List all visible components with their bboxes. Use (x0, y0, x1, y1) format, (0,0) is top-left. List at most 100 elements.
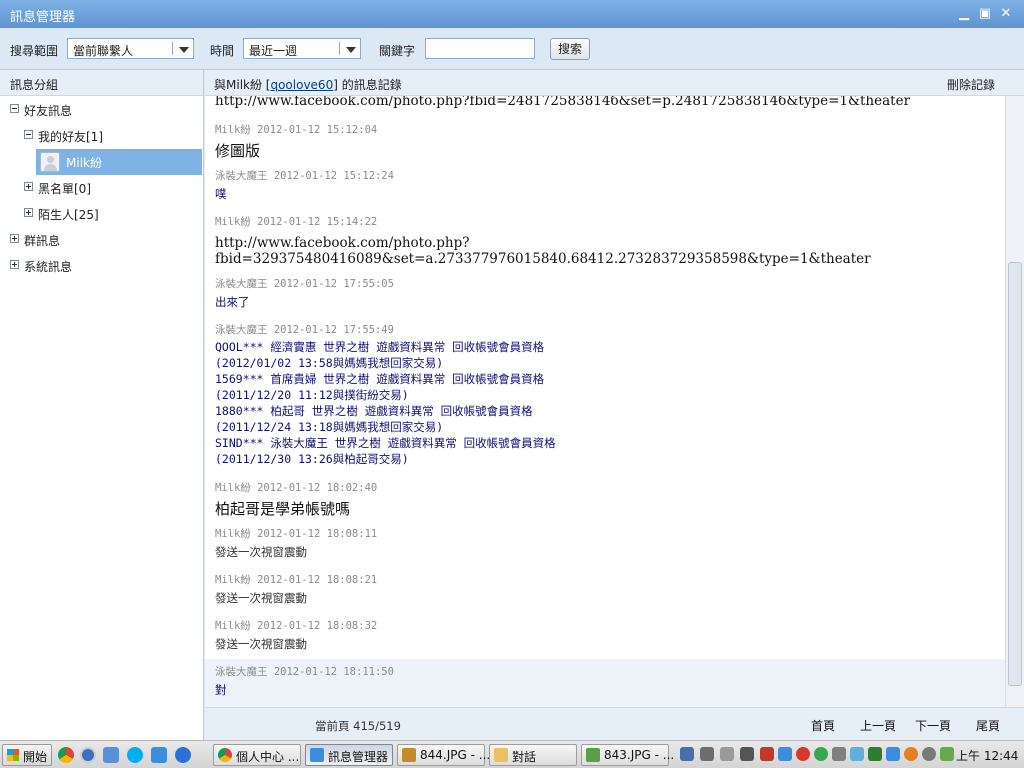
chrome-icon[interactable] (58, 747, 74, 763)
prev-page-button[interactable]: 上一頁 (860, 717, 896, 734)
message-body-line: (2011/12/20 11:12與撲街紛交易) (215, 388, 409, 402)
chevron-down-icon[interactable] (179, 47, 189, 53)
tree-item-friends[interactable]: 好友訊息 (0, 98, 203, 122)
time-label: 時間 (210, 44, 235, 58)
message-body: 發送一次視窗震動 (215, 545, 307, 559)
message-item: http://www.facebook.com/photo.php?fbid=2… (215, 96, 1000, 109)
vertical-scrollbar[interactable] (1005, 96, 1024, 707)
messenger-icon[interactable] (151, 747, 167, 763)
message-body: 出來了 (215, 295, 250, 309)
message-body-line: QOOL*** 經濟實惠 世界之樹 遊戲資料異常 回收帳號會員資格 (215, 340, 545, 354)
taskbar-item[interactable]: 對話 (489, 744, 577, 766)
maximize-icon[interactable]: ▣ (977, 6, 993, 22)
minimize-icon[interactable]: ▁ (956, 6, 972, 22)
message-meta: 泳裝大魔王 2012-01-12 17:55:05 (215, 278, 394, 290)
internet-explorer-icon[interactable] (175, 747, 191, 763)
scope-dropdown[interactable]: 當前聯繫人 (67, 38, 194, 59)
taskbar-item[interactable]: 843.JPG - ... (581, 744, 674, 766)
message-meta: 泳裝大魔王 2012-01-12 18:11:50 (215, 666, 394, 678)
scope-label: 搜尋範圍 (10, 44, 59, 58)
start-button[interactable]: 開始 (2, 744, 52, 766)
tree-item-system[interactable]: 系統訊息 (0, 254, 203, 278)
chevron-down-icon[interactable] (346, 47, 356, 53)
tray-app-icon[interactable] (832, 747, 846, 761)
skype-icon[interactable] (127, 747, 143, 763)
message-body-line: fbid=329375480416089&set=a.2733779760158… (215, 251, 871, 267)
clock: 上午 12:44 (956, 749, 1019, 763)
scope-value: 當前聯繫人 (73, 44, 134, 58)
scrollbar-thumb[interactable] (1008, 262, 1022, 686)
message-body: 修圖版 (215, 142, 261, 160)
search-toolbar: 搜尋範圍 當前聯繫人 時間 最近一週 關鍵字 搜索 (0, 28, 1024, 70)
conversation-title: 與Milk紛 [qoolove60] 的訊息記錄 (214, 76, 402, 93)
time-dropdown[interactable]: 最近一週 (243, 38, 361, 59)
tree-item-strangers[interactable]: 陌生人[25] (0, 202, 203, 226)
contact-account-link[interactable]: qoolove60 (270, 78, 333, 92)
tray-app-icon[interactable] (778, 747, 792, 761)
time-value: 最近一週 (249, 44, 298, 58)
collapse-icon[interactable] (10, 104, 19, 113)
system-tray: 上午 12:44 (676, 744, 1022, 766)
message-body-line: (2012/01/02 13:58與媽媽我想回家交易) (215, 356, 444, 370)
expand-icon[interactable] (24, 182, 33, 191)
tray-app-icon[interactable] (886, 747, 900, 761)
keyword-input[interactable] (425, 38, 535, 59)
tray-app-icon[interactable] (680, 747, 694, 761)
message-item: Milk紛 2012-01-12 15:12:04 修圖版 (215, 122, 1000, 161)
taskbar-item-label: 844.JPG - ... (420, 748, 491, 762)
delete-records-button[interactable]: 刪除記錄 (947, 76, 995, 93)
tray-app-icon[interactable] (868, 747, 882, 761)
search-button[interactable]: 搜索 (550, 38, 590, 60)
tray-app-icon[interactable] (760, 747, 774, 761)
message-meta: Milk紛 2012-01-12 15:12:04 (215, 124, 378, 136)
message-item: 泳裝大魔王 2012-01-12 17:55:05 出來了 (215, 276, 1000, 310)
close-icon[interactable]: ✕ (998, 6, 1014, 22)
taskbar-item[interactable]: 個人中心 ... (213, 744, 301, 766)
collapse-icon[interactable] (24, 130, 33, 139)
taskbar-item[interactable]: 844.JPG - ... (397, 744, 490, 766)
current-page-indicator: 當前頁 415/519 (315, 719, 401, 733)
expand-icon[interactable] (24, 208, 33, 217)
message-body: 發送一次視窗震動 (215, 591, 307, 605)
shield-icon[interactable] (814, 747, 828, 761)
tray-app-icon[interactable] (850, 747, 864, 761)
qq-icon[interactable] (796, 747, 810, 761)
group-panel-title: 訊息分組 (10, 78, 59, 92)
message-item: Milk紛 2012-01-12 15:14:22 http://www.fac… (215, 214, 1000, 267)
tray-app-icon[interactable] (740, 747, 754, 761)
tray-app-icon[interactable] (720, 747, 734, 761)
taskbar-item-label: 對話 (512, 750, 537, 764)
message-list[interactable]: http://www.facebook.com/photo.php?fbid=2… (205, 96, 1005, 707)
tree-item-blacklist[interactable]: 黑名單[0] (0, 176, 203, 200)
tree-item-label: 系統訊息 (24, 260, 73, 274)
expand-icon[interactable] (10, 260, 19, 269)
tray-app-icon[interactable] (700, 747, 714, 761)
message-body: 對 (215, 683, 227, 697)
tree-item-contact[interactable]: Milk紛 (36, 149, 202, 175)
folder-icon (494, 748, 508, 762)
tree-item-groups[interactable]: 群訊息 (0, 228, 203, 252)
combo-divider (339, 42, 340, 55)
first-page-button[interactable]: 首頁 (811, 717, 835, 734)
message-item: Milk紛 2012-01-12 18:08:21 發送一次視窗震動 (215, 572, 1000, 606)
message-meta: Milk紛 2012-01-12 15:14:22 (215, 216, 378, 228)
expand-icon[interactable] (10, 234, 19, 243)
message-panel: 與Milk紛 [qoolove60] 的訊息記錄 刪除記錄 http://www… (205, 70, 1024, 740)
tree-item-label: 黑名單[0] (38, 182, 91, 196)
tree-item-my-friends[interactable]: 我的好友[1] (0, 124, 203, 148)
message-body-line: (2011/12/24 13:18與媽媽我想回家交易) (215, 420, 444, 434)
message-item: 泳裝大魔王 2012-01-12 17:55:49 QOOL*** 經濟實惠 世… (215, 322, 1000, 467)
message-meta: 泳裝大魔王 2012-01-12 15:12:24 (215, 170, 394, 182)
chrome-icon (218, 748, 232, 762)
message-meta: Milk紛 2012-01-12 18:08:11 (215, 528, 378, 540)
explorer-icon[interactable] (103, 747, 119, 763)
next-page-button[interactable]: 下一頁 (915, 717, 951, 734)
volume-icon[interactable] (940, 747, 954, 761)
message-meta: 泳裝大魔王 2012-01-12 17:55:49 (215, 324, 394, 336)
taskbar-item[interactable]: 訊息管理器 (305, 744, 393, 766)
message-body: 柏起哥是學弟帳號嗎 (215, 500, 351, 518)
last-page-button[interactable]: 尾頁 (976, 717, 1000, 734)
media-player-icon[interactable] (80, 747, 96, 763)
network-icon[interactable] (922, 747, 936, 761)
tray-app-icon[interactable] (904, 747, 918, 761)
